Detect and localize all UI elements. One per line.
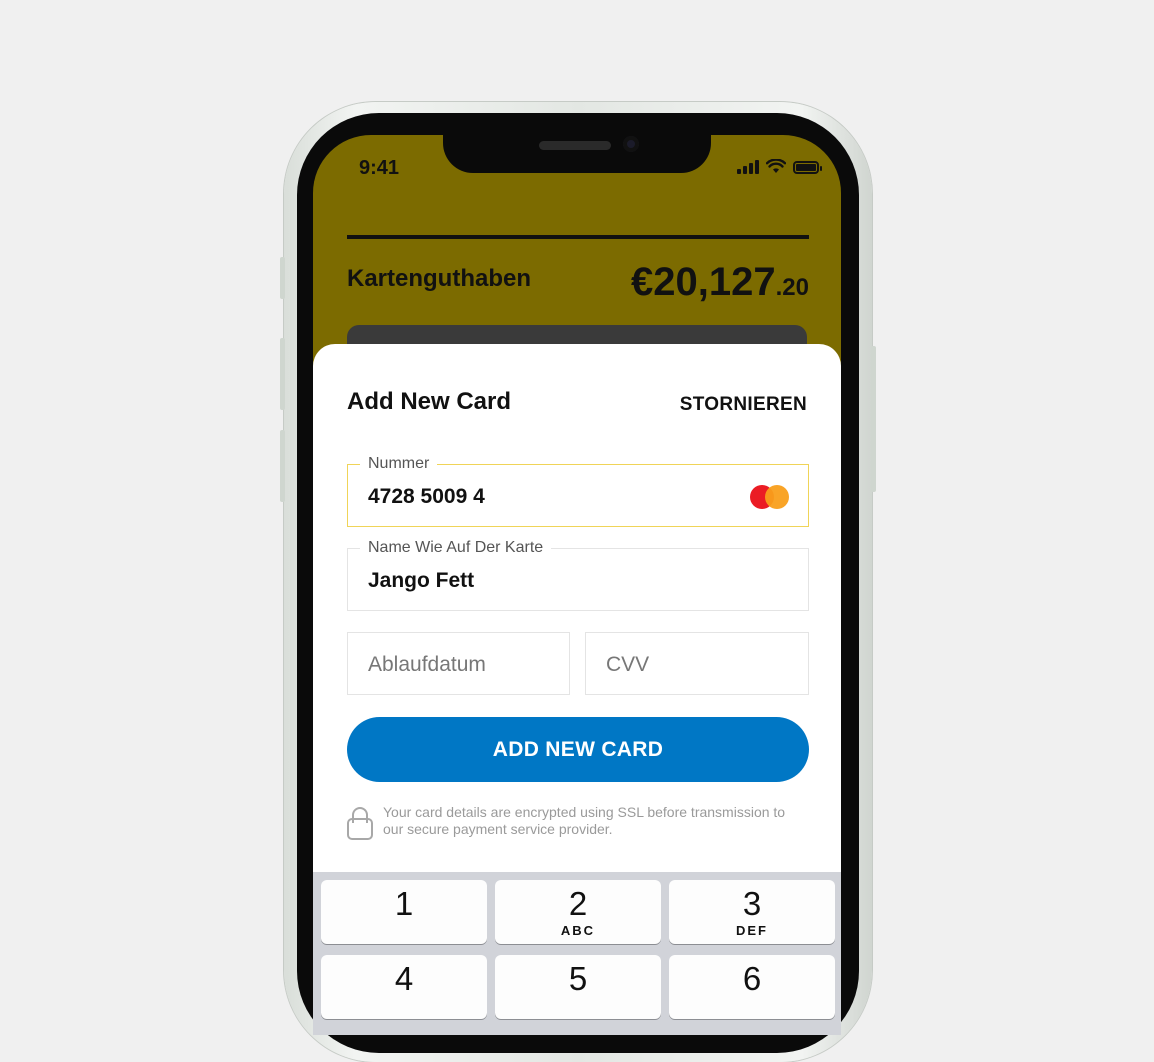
numeric-keypad: 1 2 ABC 3 DEF 4 5 6 — [313, 872, 841, 1035]
key-6-number: 6 — [742, 960, 762, 997]
expiry-date-field[interactable]: Ablaufdatum — [347, 632, 570, 695]
card-number-value: 4728 5009 4 — [368, 485, 485, 508]
front-camera — [623, 136, 639, 152]
status-time: 9:41 — [359, 157, 400, 179]
cardholder-name-field[interactable]: Name Wie Auf Der Karte Jango Fett — [347, 538, 809, 611]
cardholder-name-label: Name Wie Auf Der Karte — [360, 538, 552, 558]
key-1[interactable]: 1 — [321, 880, 487, 944]
expiry-date-placeholder: Ablaufdatum — [368, 653, 486, 676]
balance-major: €20,127 — [631, 260, 776, 304]
key-2-number: 2 — [568, 885, 588, 922]
balance-minor: .20 — [775, 274, 809, 301]
silent-switch — [280, 257, 285, 299]
status-icons — [737, 159, 822, 174]
key-5[interactable]: 5 — [495, 955, 661, 1019]
notch — [443, 135, 711, 173]
power-button — [871, 346, 876, 492]
secure-note-text: Your card details are encrypted using SS… — [383, 804, 786, 837]
screen: 9:41 Kartenguthaben €20,127.20 Add New C… — [313, 135, 841, 1035]
key-3-letters: DEF — [736, 923, 768, 938]
key-3-number: 3 — [742, 885, 762, 922]
battery-icon — [793, 161, 822, 174]
key-1-number: 1 — [394, 885, 414, 922]
header-divider — [347, 235, 809, 239]
key-4[interactable]: 4 — [321, 955, 487, 1019]
sheet-title: Add New Card — [347, 388, 512, 415]
volume-up-button — [280, 338, 285, 410]
key-2[interactable]: 2 ABC — [495, 880, 661, 944]
lock-icon — [347, 807, 373, 840]
mastercard-icon — [750, 485, 790, 509]
balance-label: Kartenguthaben — [347, 265, 532, 292]
volume-down-button — [280, 430, 285, 502]
cellular-signal-icon — [737, 160, 759, 174]
key-3[interactable]: 3 DEF — [669, 880, 835, 944]
speaker — [539, 141, 611, 150]
balance-amount: €20,127.20 — [631, 260, 809, 305]
cancel-button[interactable]: STORNIEREN — [680, 394, 807, 416]
wifi-icon — [766, 159, 786, 173]
key-6[interactable]: 6 — [669, 955, 835, 1019]
cvv-field[interactable]: CVV — [585, 632, 809, 695]
secure-note: Your card details are encrypted using SS… — [347, 804, 809, 840]
key-2-letters: ABC — [560, 923, 596, 938]
card-number-label: Nummer — [360, 454, 438, 474]
cardholder-name-value: Jango Fett — [368, 569, 475, 592]
key-5-number: 5 — [568, 960, 588, 997]
key-4-number: 4 — [394, 960, 414, 997]
card-number-field[interactable]: Nummer 4728 5009 4 — [347, 454, 809, 527]
add-new-card-button[interactable]: ADD NEW CARD — [347, 717, 809, 782]
cvv-placeholder: CVV — [606, 653, 650, 676]
